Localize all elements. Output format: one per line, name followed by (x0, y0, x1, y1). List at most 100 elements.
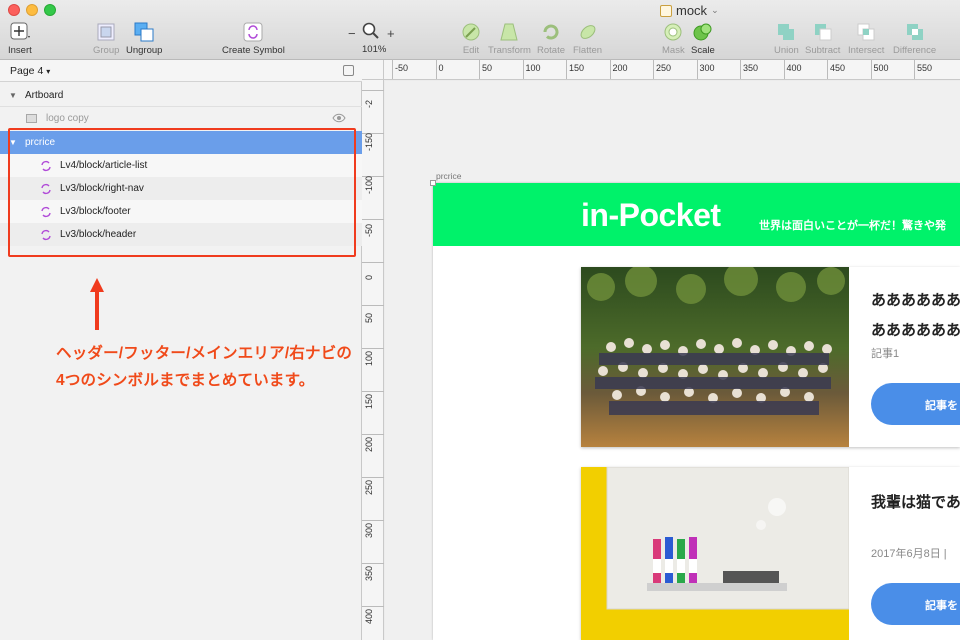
chevron-down-icon: ▾ (46, 67, 51, 76)
group-button[interactable]: Group (93, 22, 119, 56)
ruler-tick (609, 59, 611, 79)
window-minimize-button[interactable] (26, 4, 38, 16)
intersect-button[interactable]: Intersect (848, 22, 884, 56)
ruler-label: 200 (364, 436, 374, 452)
annotation-highlight-box (8, 128, 356, 257)
rotate-button[interactable]: Rotate (537, 22, 565, 56)
union-button[interactable]: Union (774, 22, 799, 56)
ruler-label: 300 (699, 63, 715, 73)
ruler-label: 400 (786, 63, 802, 73)
ruler-label: 100 (525, 63, 541, 73)
article-meta: 記事1 (871, 348, 900, 360)
ruler-tick (566, 59, 567, 79)
ruler-tick (827, 59, 828, 79)
ruler-tick (362, 348, 384, 349)
mask-button[interactable]: Mask (662, 22, 685, 56)
ruler-label: -50 (395, 63, 409, 73)
artboard-label[interactable]: prcrice (436, 171, 462, 181)
flatten-icon (578, 22, 598, 42)
group-photo-image (581, 267, 849, 447)
magnifier-icon[interactable] (362, 22, 380, 45)
ruler-tick (362, 434, 384, 435)
ruler-label: 450 (830, 63, 846, 73)
scale-button[interactable]: Scale (691, 22, 715, 56)
ruler-label: 400 (364, 608, 374, 624)
window-title: mock ⌄ (660, 3, 719, 18)
ruler-tick (362, 219, 384, 220)
ruler-tick (522, 59, 524, 79)
symbol-icon (243, 22, 263, 42)
plus-icon (10, 22, 30, 42)
ruler-tick (740, 59, 741, 79)
horizontal-ruler[interactable]: -50 0 50 100 150 200 250 300 350 400 450 500 550 (362, 59, 960, 80)
article-card[interactable]: ああああああ ああああああ 記事1 記事を (581, 267, 960, 447)
layer-artboard[interactable]: ▼ Artboard (0, 84, 362, 107)
transform-button[interactable]: Transform (488, 22, 531, 56)
ruler-label: 0 (438, 63, 444, 73)
insert-button[interactable]: Insert (8, 22, 32, 56)
ruler-label: -2 (364, 99, 374, 108)
ruler-label: 550 (917, 63, 933, 73)
article-card[interactable]: 我輩は猫であ 2017年6月8日 | 記事を (581, 467, 960, 640)
scale-icon (693, 22, 713, 42)
ruler-label: 150 (364, 393, 374, 409)
subtract-button[interactable]: Subtract (805, 22, 840, 56)
ruler-label: -100 (364, 175, 374, 194)
artboard[interactable]: in-Pocket 世界は面白いことが一杯だ！驚きや発 ああああああ あああああ… (433, 183, 960, 640)
document-icon (660, 4, 672, 17)
site-header[interactable]: in-Pocket 世界は面白いことが一杯だ！驚きや発 (433, 183, 960, 246)
transform-icon (499, 22, 519, 42)
ruler-tick (362, 90, 384, 91)
ruler-label: 0 (364, 274, 374, 280)
ruler-tick (362, 391, 384, 392)
create-symbol-button[interactable]: Create Symbol (222, 22, 285, 56)
eye-icon[interactable] (332, 113, 346, 126)
window-close-button[interactable] (8, 4, 20, 16)
zoom-in-button[interactable]: + (387, 26, 395, 41)
window-zoom-button[interactable] (44, 4, 56, 16)
read-article-button[interactable]: 記事を (871, 383, 960, 425)
difference-button[interactable]: Difference (893, 22, 936, 56)
zoom-out-button[interactable]: − (348, 26, 356, 41)
union-icon (776, 22, 796, 42)
rotate-icon (541, 22, 561, 42)
markers-photo-image (581, 467, 849, 640)
layers-panel: Page 4 ▾ ▼ Artboard logo copy ▼ prcrice … (0, 60, 362, 640)
toolbar: mock ⌄ Insert Group Ungroup Create Symbo… (0, 0, 960, 60)
disclosure-triangle-icon[interactable]: ▼ (9, 91, 17, 100)
ruler-tick (362, 563, 384, 564)
article-title: 我輩は猫であ (871, 494, 960, 511)
ruler-tick (653, 59, 654, 79)
ungroup-button[interactable]: Ungroup (126, 22, 162, 56)
site-logo: in-Pocket (581, 197, 721, 233)
chevron-down-icon[interactable]: ⌄ (711, 5, 719, 16)
vertical-ruler[interactable]: -2 -150 -100 -50 0 50 100 150 200 250 300 350 400 (362, 80, 384, 640)
ruler-label: 50 (482, 63, 493, 73)
ruler-label: 500 (873, 63, 889, 73)
ruler-label: 200 (612, 63, 628, 73)
article-title-line2: ああああああ (871, 322, 960, 339)
ruler-tick (362, 606, 384, 607)
ruler-tick (696, 59, 698, 79)
site-tagline: 世界は面白いことが一杯だ！驚きや発 (759, 220, 946, 232)
page-selector[interactable]: Page 4 ▾ (0, 60, 362, 82)
article-meta: 2017年6月8日 | (871, 548, 947, 560)
edit-button[interactable]: Edit (461, 22, 481, 56)
ruler-tick (392, 59, 393, 79)
ruler-label: -50 (364, 223, 374, 237)
ruler-label: 50 (364, 312, 374, 323)
selection-handle[interactable] (430, 180, 436, 186)
ruler-tick (914, 59, 915, 79)
flatten-button[interactable]: Flatten (573, 22, 602, 56)
intersect-icon (856, 22, 876, 42)
collapse-icon[interactable] (343, 65, 354, 76)
layer-logo-copy[interactable]: logo copy (0, 107, 362, 130)
ruler-tick (870, 59, 872, 79)
read-article-button[interactable]: 記事を (871, 583, 960, 625)
ungroup-icon (134, 22, 154, 42)
group-icon (96, 22, 116, 42)
ruler-corner (362, 60, 384, 80)
edit-icon (461, 22, 481, 42)
ruler-label: 250 (656, 63, 672, 73)
ruler-tick (362, 262, 384, 263)
